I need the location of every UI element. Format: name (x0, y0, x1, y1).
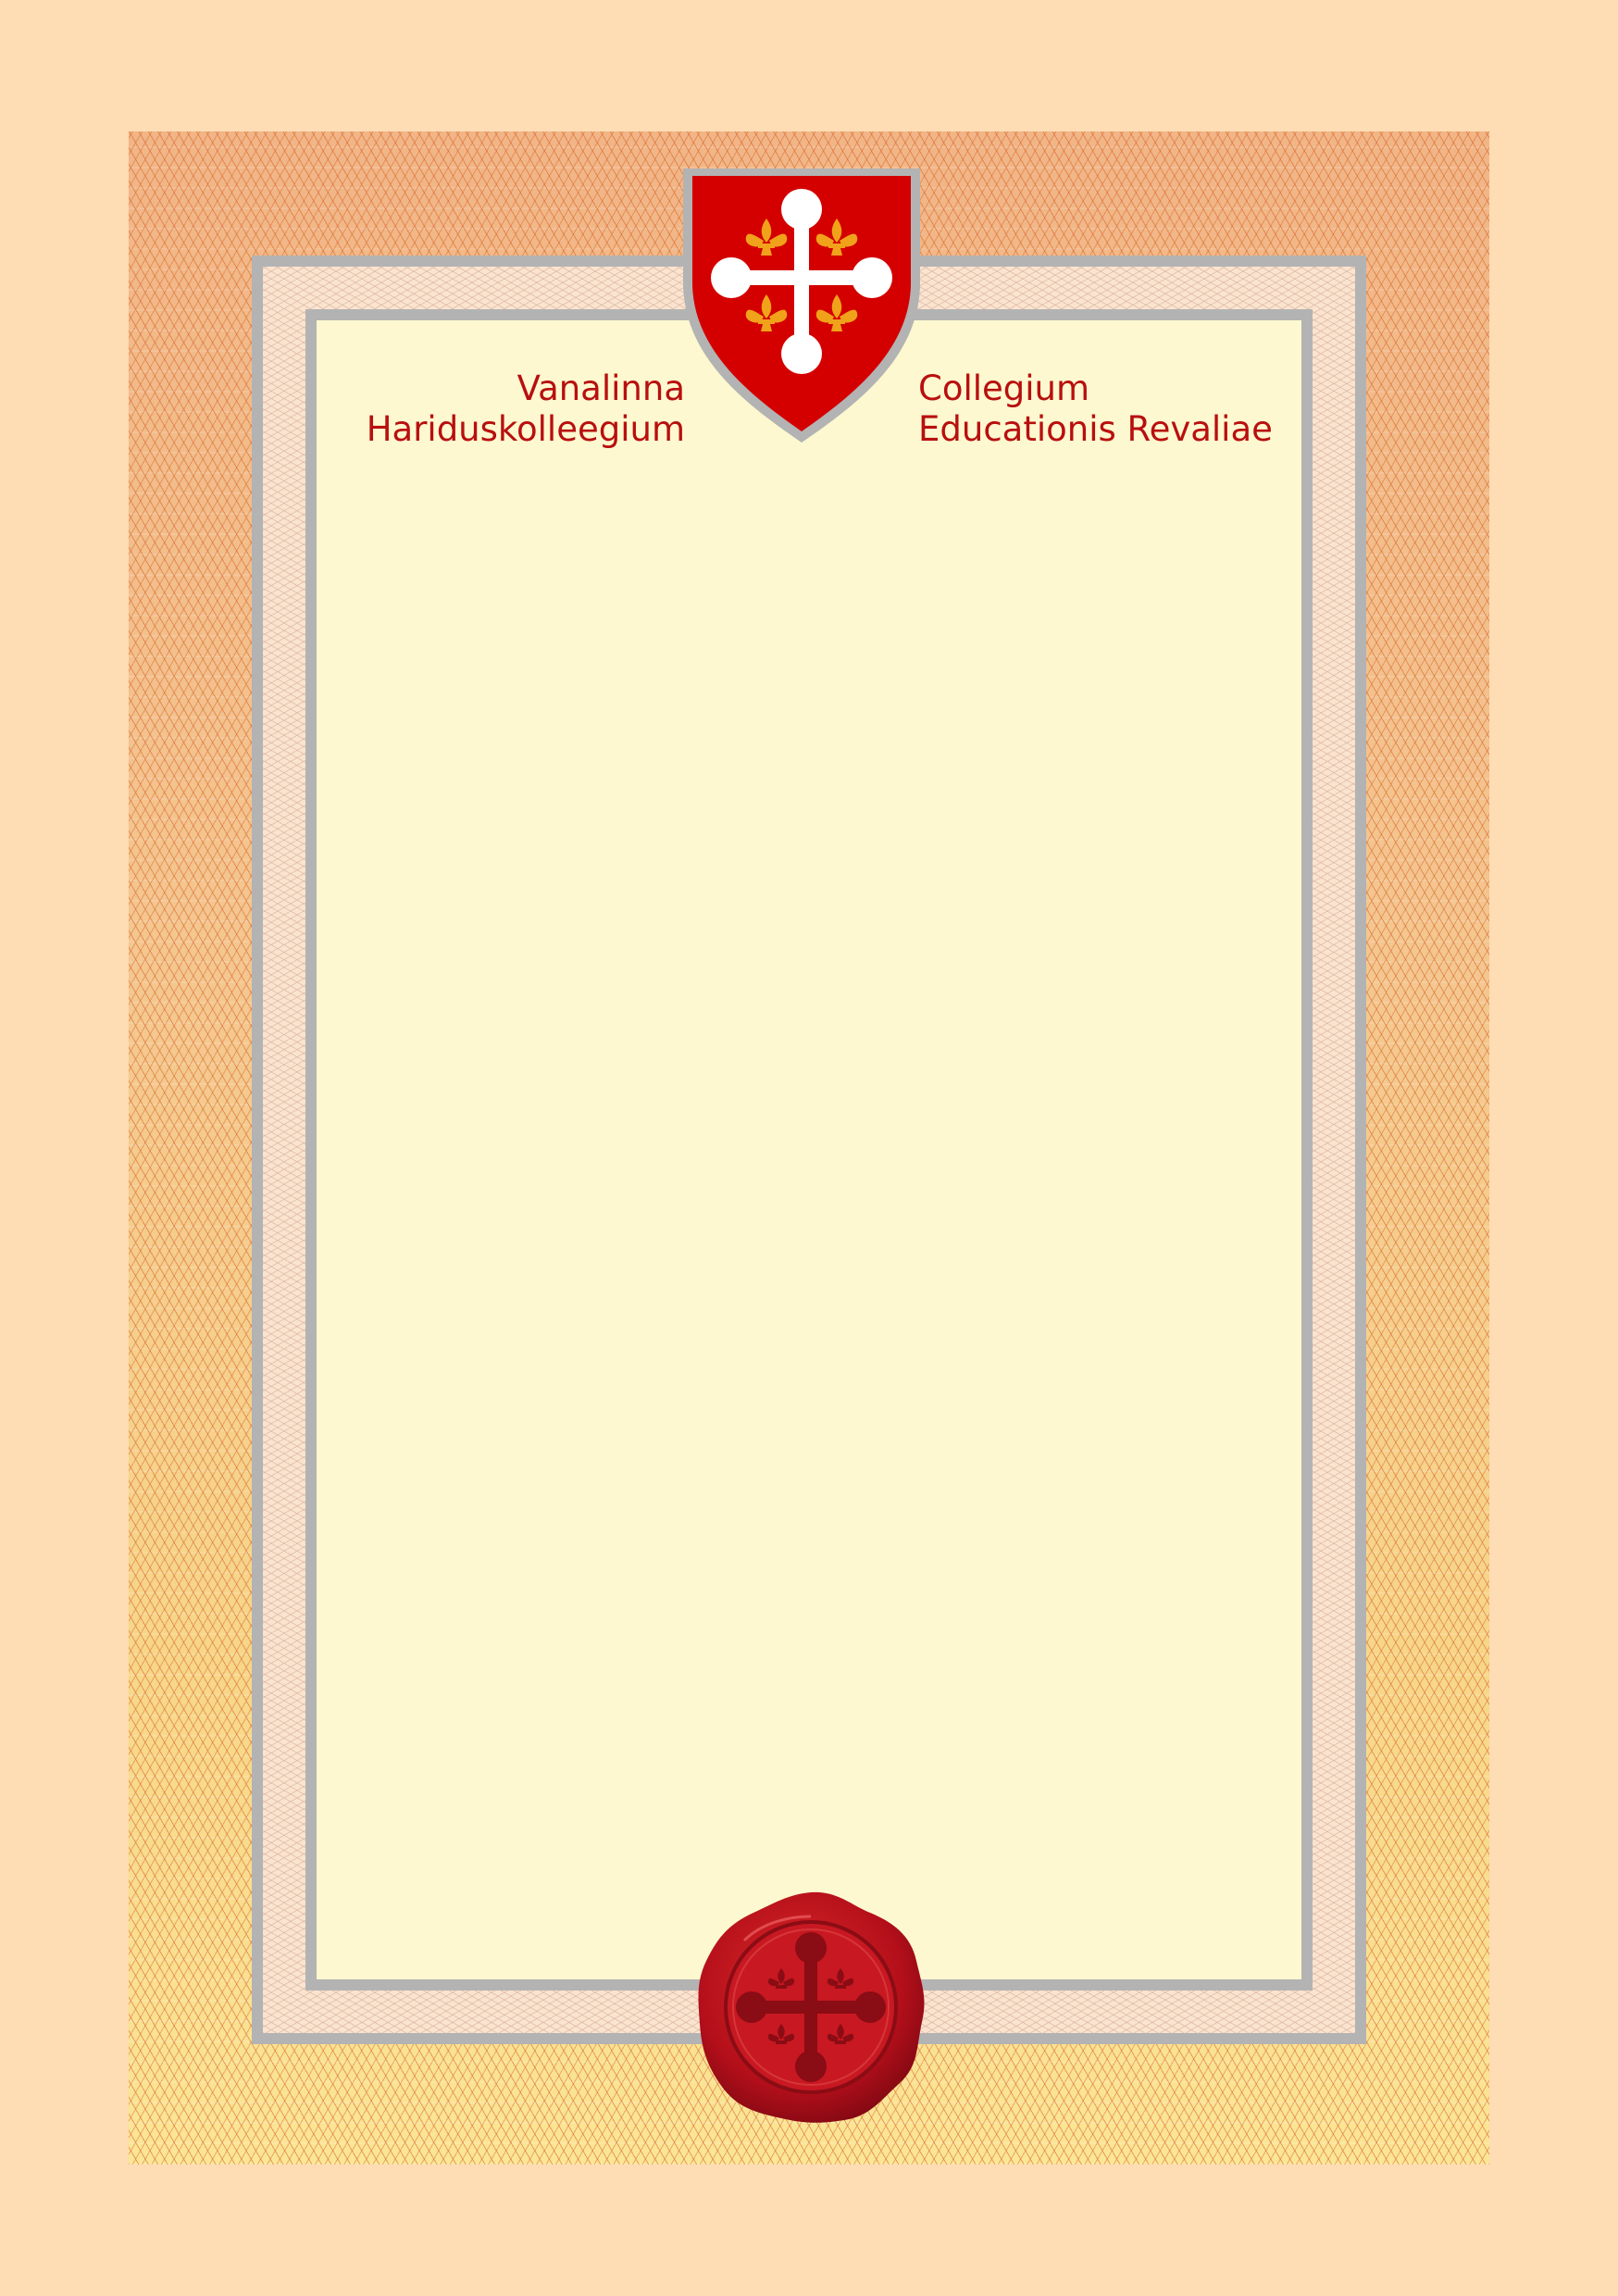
school-name-latin: Collegium Educationis Revaliae (918, 368, 1273, 450)
certificate-body-area (305, 309, 1313, 1990)
school-name-latin-line2: Educationis Revaliae (918, 409, 1273, 449)
wax-seal-icon (698, 1891, 925, 2123)
school-name-estonian: Vanalinna Hariduskolleegium (367, 368, 685, 450)
coat-of-arms-cross-icon (683, 168, 920, 443)
school-name-estonian-line1: Vanalinna (517, 368, 685, 408)
school-name-estonian-line2: Hariduskolleegium (366, 409, 685, 449)
school-name-latin-line1: Collegium (918, 368, 1090, 408)
